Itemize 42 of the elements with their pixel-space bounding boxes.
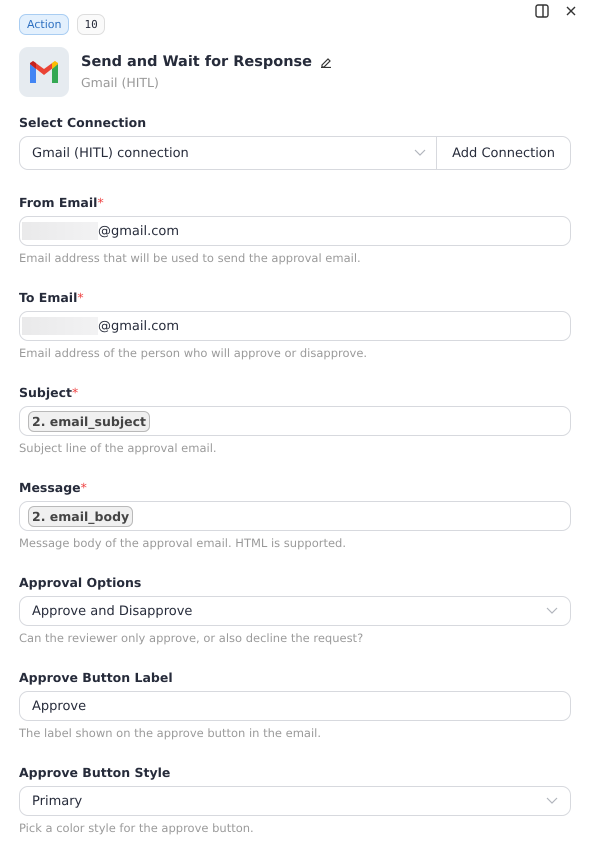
field-label: Message* (19, 480, 88, 495)
field-hint: Email address of the person who will approve or disapprove. (19, 346, 368, 360)
mail-logo-icon (28, 59, 60, 85)
input-field[interactable]: 2. email_body (19, 501, 571, 531)
field-hint: The label shown on the approve button in the email. (19, 726, 322, 740)
input-field[interactable]: @gmail.com (19, 216, 571, 246)
field-value: @gmail.com (98, 224, 180, 238)
side-panel-icon[interactable] (535, 4, 549, 18)
pencil-icon[interactable] (320, 56, 332, 68)
field-hint: Can the reviewer only approve, or also decline the request? (19, 631, 364, 645)
select-value: Approve and Disapprove (32, 604, 192, 618)
close-icon[interactable] (565, 4, 577, 18)
field-value: Approve (32, 698, 86, 714)
select-value: Gmail (HITL) connection (32, 146, 189, 160)
field-label: Select Connection (19, 115, 148, 130)
field-value: @gmail.com (98, 318, 180, 334)
dropdown[interactable]: Primary (19, 786, 571, 816)
field-label: Approval Options (19, 575, 142, 590)
node-subtitle: Gmail (HITL) (81, 75, 160, 90)
input-field[interactable]: 2. email_subject (19, 406, 571, 436)
variable-chip: 2. email_subject (28, 410, 150, 432)
node-title: Send and Wait for Response (81, 54, 312, 70)
connection-select[interactable]: Gmail (HITL) connection Add Connection (19, 136, 571, 170)
field-hint: Email address that will be used to send the approval email. (19, 251, 362, 265)
input-field[interactable]: Approve (19, 691, 571, 721)
chevron-down-icon (546, 797, 558, 805)
field-hint: Message body of the approval email. HTML is supported. (19, 536, 347, 550)
step-number: 10 (77, 14, 105, 35)
field-label: Subject* (19, 385, 80, 400)
input-field[interactable]: @gmail.com (19, 311, 571, 341)
field-label: To Email* (19, 290, 85, 305)
field-label: From Email* (19, 195, 105, 210)
chevron-down-icon (546, 607, 558, 615)
field-label: Approve Button Style (19, 765, 172, 780)
action-badge: Action (19, 14, 70, 35)
select-value: Primary (32, 794, 82, 808)
field-hint: Subject line of the approval email. (19, 441, 218, 455)
field-label: Approve Button Label (19, 670, 174, 685)
chevron-down-icon (414, 149, 426, 157)
dropdown[interactable]: Approve and Disapprove (19, 596, 571, 626)
variable-chip: 2. email_body (28, 506, 134, 526)
field-hint: Pick a color style for the approve button. (19, 821, 255, 835)
